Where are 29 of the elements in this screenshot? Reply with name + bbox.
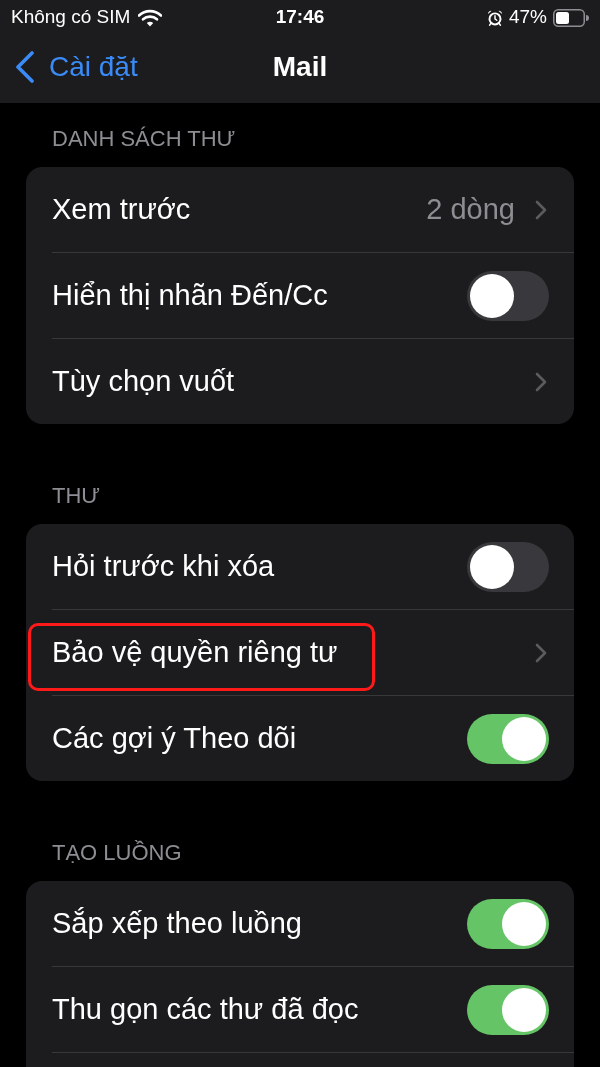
toggle-switch[interactable]: [467, 984, 549, 1035]
setting-label: Hỏi trước khi xóa: [52, 548, 275, 584]
setting-label: Hiển thị nhãn Đến/Cc: [52, 277, 328, 313]
toggle-switch[interactable]: [467, 541, 549, 592]
section-header: DANH SÁCH THƯ: [51, 127, 237, 151]
carrier-text: Không có SIM: [11, 5, 131, 30]
page-title: Mail: [272, 50, 328, 84]
settings-row[interactable]: Bảo vệ quyền riêng tư: [26, 610, 574, 695]
toggle-switch[interactable]: [467, 713, 549, 764]
setting-label: Thu gọn các thư đã đọc: [52, 991, 359, 1027]
toggle-switch[interactable]: [467, 898, 549, 949]
chevron-right-icon: [535, 199, 547, 220]
battery-percent: 47%: [508, 5, 547, 30]
setting-label: Các gợi ý Theo dõi: [52, 720, 297, 756]
section-header: TẠO LUỒNG: [51, 841, 183, 865]
section-header: THƯ: [51, 484, 102, 508]
alarm-clock-icon: [486, 9, 503, 26]
status-time: 17:46: [275, 5, 325, 30]
settings-row[interactable]: Xem trước 2 dòng: [26, 167, 574, 252]
back-button[interactable]: Cài đặt: [15, 46, 138, 88]
wifi-icon: [138, 8, 163, 27]
toggle-switch[interactable]: [467, 270, 549, 321]
settings-row[interactable]: Tùy chọn vuốt: [26, 339, 574, 424]
battery-icon: [553, 8, 589, 27]
setting-value: 2 dòng: [426, 191, 515, 227]
chevron-right-icon: [535, 642, 547, 663]
back-chevron-icon: [15, 51, 35, 83]
setting-label: Sắp xếp theo luồng: [52, 905, 302, 941]
chevron-right-icon: [535, 371, 547, 392]
